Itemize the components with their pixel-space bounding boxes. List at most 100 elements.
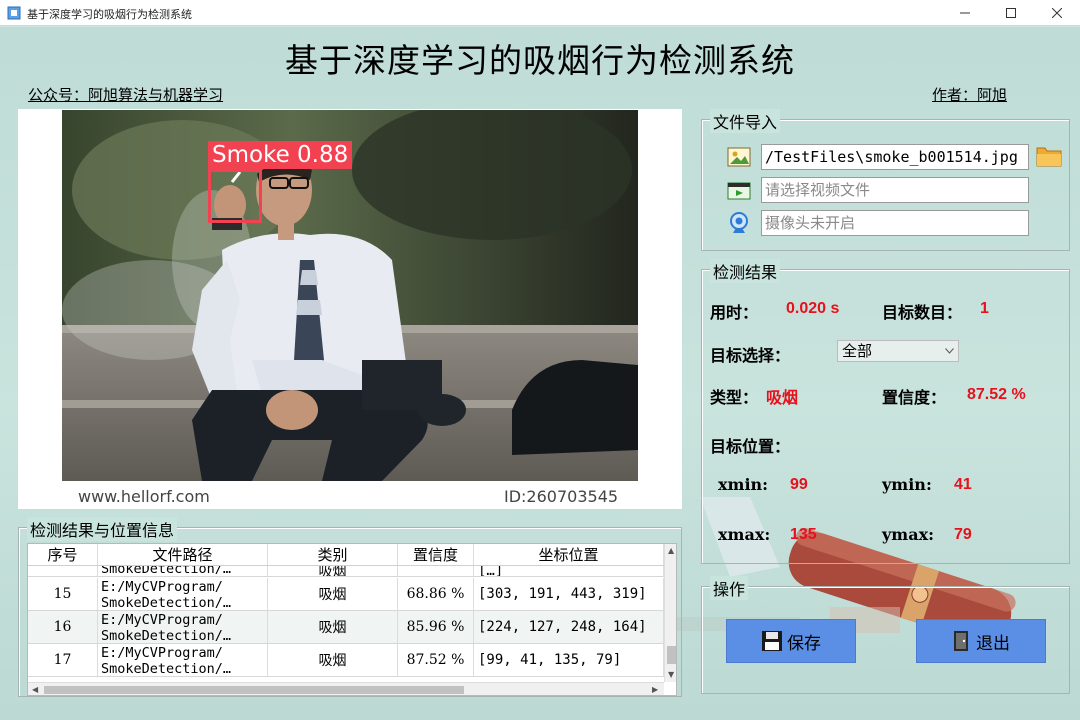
column-header-confidence[interactable]: 置信度 [398, 544, 474, 565]
file-import-title: 文件导入 [710, 109, 781, 133]
results-table-group: 检测结果与位置信息 序号 文件路径 类别 置信度 坐标位置 SmokeDetec… [18, 517, 682, 697]
xmax-value: 135 [790, 526, 817, 543]
xmax-label: xmax: [718, 525, 771, 544]
cell-index [28, 566, 98, 576]
cell-confidence [398, 566, 474, 576]
cell-coordinates: [224, 127, 248, 164] [474, 611, 664, 643]
author-label: 作者：阿旭 [932, 86, 1008, 104]
count-value: 1 [980, 300, 989, 317]
minimize-button[interactable] [942, 0, 988, 26]
maximize-icon [1006, 8, 1016, 18]
detection-box [208, 169, 262, 223]
exit-button-label: 退出 [976, 633, 1010, 654]
detection-result-group: 检测结果 用时： 0.020 s 目标数目： 1 目标选择： 全部 类型： 吸烟… [701, 259, 1070, 564]
image-file-row: /TestFiles\smoke_b001514.jpg [726, 144, 1031, 170]
column-header-class[interactable]: 类别 [268, 544, 398, 565]
cell-path: SmokeDetection/… [98, 566, 268, 576]
watermark-right: ID:260703545 [504, 487, 619, 506]
column-header-index[interactable]: 序号 [28, 544, 98, 565]
close-button[interactable] [1034, 0, 1080, 26]
ymin-value: 41 [954, 476, 972, 493]
target-position-label: 目标位置： [710, 437, 791, 456]
results-table-title: 检测结果与位置信息 [27, 517, 178, 541]
operation-title: 操作 [710, 576, 749, 600]
target-select-value: 全部 [842, 342, 873, 360]
results-table[interactable]: 序号 文件路径 类别 置信度 坐标位置 SmokeDetection/… 吸烟 … [27, 543, 677, 696]
table-header: 序号 文件路径 类别 置信度 坐标位置 [28, 544, 664, 566]
camera-status-field[interactable]: 摄像头未开启 [761, 210, 1029, 236]
time-label: 用时： [710, 303, 759, 322]
window-title: 基于深度学习的吸烟行为检测系统 [27, 8, 192, 21]
cell-coordinates: [99, 41, 135, 79] [474, 644, 664, 676]
scroll-right-icon[interactable]: ▶ [652, 685, 658, 694]
table-body: SmokeDetection/… 吸烟 […] 15 E:/MyCVProgra… [28, 566, 664, 682]
vertical-scrollbar[interactable]: ▲ ▼ [664, 544, 676, 682]
chevron-down-icon [945, 348, 954, 354]
scroll-left-icon[interactable]: ◀ [32, 685, 38, 694]
video-file-row: 请选择视频文件 [726, 177, 1031, 203]
cell-path: E:/MyCVProgram/SmokeDetection/… [98, 611, 268, 643]
xmin-value: 99 [790, 476, 808, 493]
window-titlebar: 基于深度学习的吸烟行为检测系统 [0, 0, 1080, 26]
time-value: 0.020 s [786, 300, 840, 317]
account-label: 公众号：阿旭算法与机器学习 [28, 86, 224, 104]
camera-icon[interactable] [726, 210, 752, 236]
target-select[interactable]: 全部 [837, 340, 959, 362]
detection-result-title: 检测结果 [710, 259, 781, 283]
ymax-label: ymax: [882, 525, 935, 544]
camera-row: 摄像头未开启 [726, 210, 1031, 236]
scroll-down-icon[interactable]: ▼ [668, 670, 674, 679]
xmin-label: xmin: [718, 475, 769, 494]
cell-class: 吸烟 [268, 566, 398, 576]
count-label: 目标数目： [882, 303, 963, 322]
cell-confidence: 68.86 % [398, 578, 474, 610]
save-button-label: 保存 [787, 633, 821, 654]
cell-class: 吸烟 [268, 644, 398, 676]
type-value: 吸烟 [766, 388, 799, 407]
app-icon [7, 6, 21, 20]
table-row[interactable]: 16 E:/MyCVProgram/SmokeDetection/… 吸烟 85… [28, 611, 664, 644]
horizontal-scrollbar[interactable]: ◀ ▶ [28, 682, 664, 695]
cell-coordinates: [303, 191, 443, 319] [474, 578, 664, 610]
minimize-icon [960, 12, 970, 14]
close-icon [1052, 8, 1062, 18]
exit-door-icon [954, 631, 968, 651]
maximize-button[interactable] [988, 0, 1034, 26]
column-header-path[interactable]: 文件路径 [98, 544, 268, 565]
cell-confidence: 87.52 % [398, 644, 474, 676]
column-header-coordinates[interactable]: 坐标位置 [474, 544, 664, 565]
detection-label: Smoke 0.88 [208, 141, 353, 169]
cell-index: 17 [28, 644, 98, 676]
type-label: 类型： [710, 388, 759, 407]
save-disk-icon [762, 631, 782, 651]
watermark-left: www.hellorf.com [78, 487, 210, 506]
table-row[interactable]: SmokeDetection/… 吸烟 […] [28, 566, 664, 577]
cell-path: E:/MyCVProgram/SmokeDetection/… [98, 578, 268, 610]
operation-group: 操作 保存 退出 [701, 576, 1070, 694]
cell-path: E:/MyCVProgram/SmokeDetection/… [98, 644, 268, 676]
table-row[interactable]: 17 E:/MyCVProgram/SmokeDetection/… 吸烟 87… [28, 644, 664, 677]
ymin-label: ymin: [882, 475, 932, 494]
horizontal-scroll-thumb[interactable] [44, 686, 464, 694]
folder-icon[interactable] [1036, 144, 1062, 168]
cell-confidence: 85.96 % [398, 611, 474, 643]
video-file-icon[interactable] [726, 177, 752, 203]
image-display-panel: Smoke 0.88 www.hellorf.com ID:260703545 [18, 109, 682, 509]
file-import-group: 文件导入 /TestFiles\smoke_b001514.jpg 请选择视频文… [701, 109, 1070, 251]
image-file-icon[interactable] [726, 144, 752, 170]
confidence-label: 置信度： [882, 388, 947, 407]
exit-button[interactable]: 退出 [916, 619, 1046, 663]
image-path-field[interactable]: /TestFiles\smoke_b001514.jpg [761, 144, 1029, 170]
save-button[interactable]: 保存 [726, 619, 856, 663]
cell-index: 15 [28, 578, 98, 610]
cell-index: 16 [28, 611, 98, 643]
cell-class: 吸烟 [268, 578, 398, 610]
video-path-field[interactable]: 请选择视频文件 [761, 177, 1029, 203]
target-select-label: 目标选择： [710, 346, 791, 365]
scroll-up-icon[interactable]: ▲ [668, 546, 674, 555]
cell-class: 吸烟 [268, 611, 398, 643]
table-row[interactable]: 15 E:/MyCVProgram/SmokeDetection/… 吸烟 68… [28, 578, 664, 611]
ymax-value: 79 [954, 526, 972, 543]
vertical-scroll-thumb[interactable] [667, 646, 676, 664]
app-title: 基于深度学习的吸烟行为检测系统 [285, 41, 795, 80]
